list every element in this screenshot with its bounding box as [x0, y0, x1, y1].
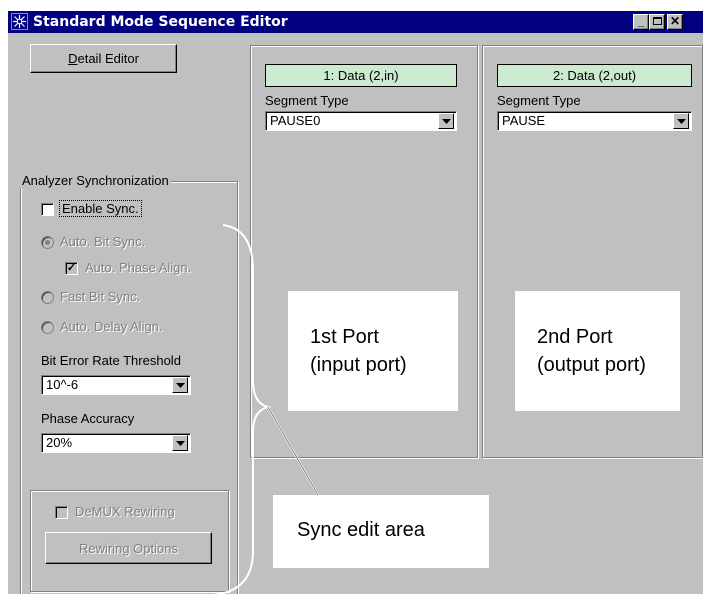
sequence-editor-window: Standard Mode Sequence Editor _ ✕ Detail… — [8, 11, 703, 594]
sync-area-brace — [212, 224, 319, 594]
